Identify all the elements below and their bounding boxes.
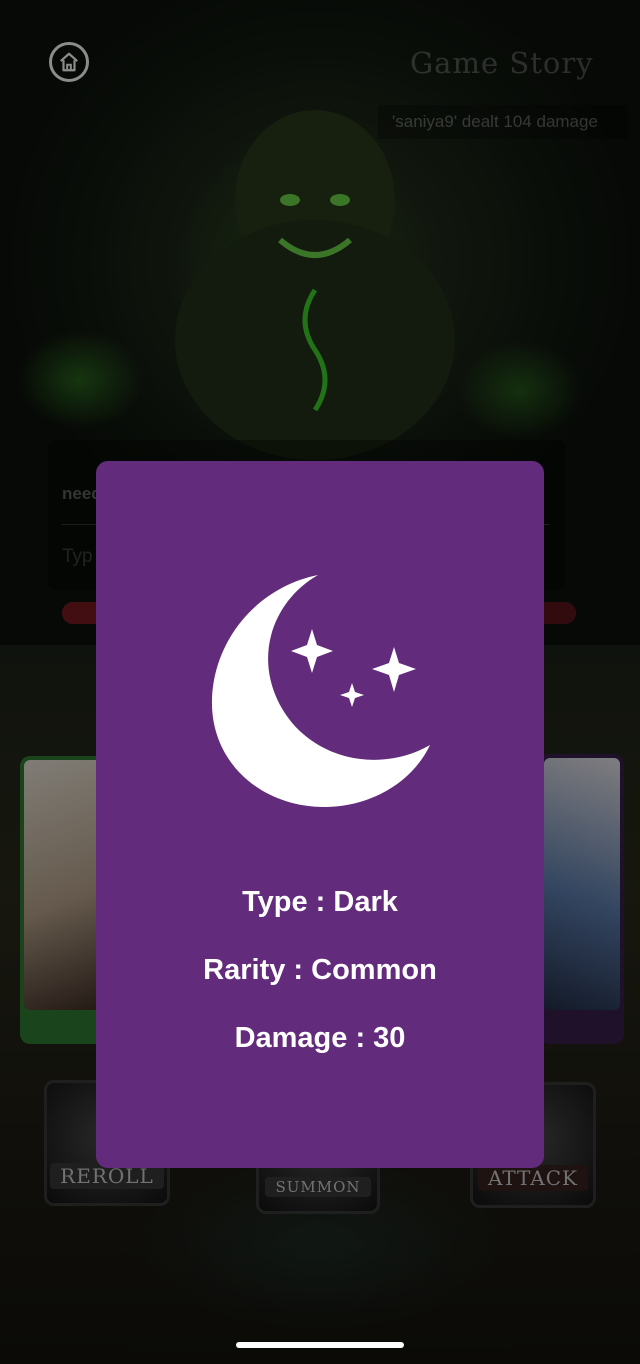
card-rarity-text: Rarity : Common [203,954,437,986]
card-damage-text: Damage : 30 [234,1022,406,1054]
home-indicator[interactable] [236,1342,404,1348]
crescent-moon-stars-icon [211,575,430,807]
card-info-popup[interactable]: Type : Dark Rarity : Common Damage : 30 [96,461,544,1168]
card-type-text: Type : Dark [242,886,398,918]
